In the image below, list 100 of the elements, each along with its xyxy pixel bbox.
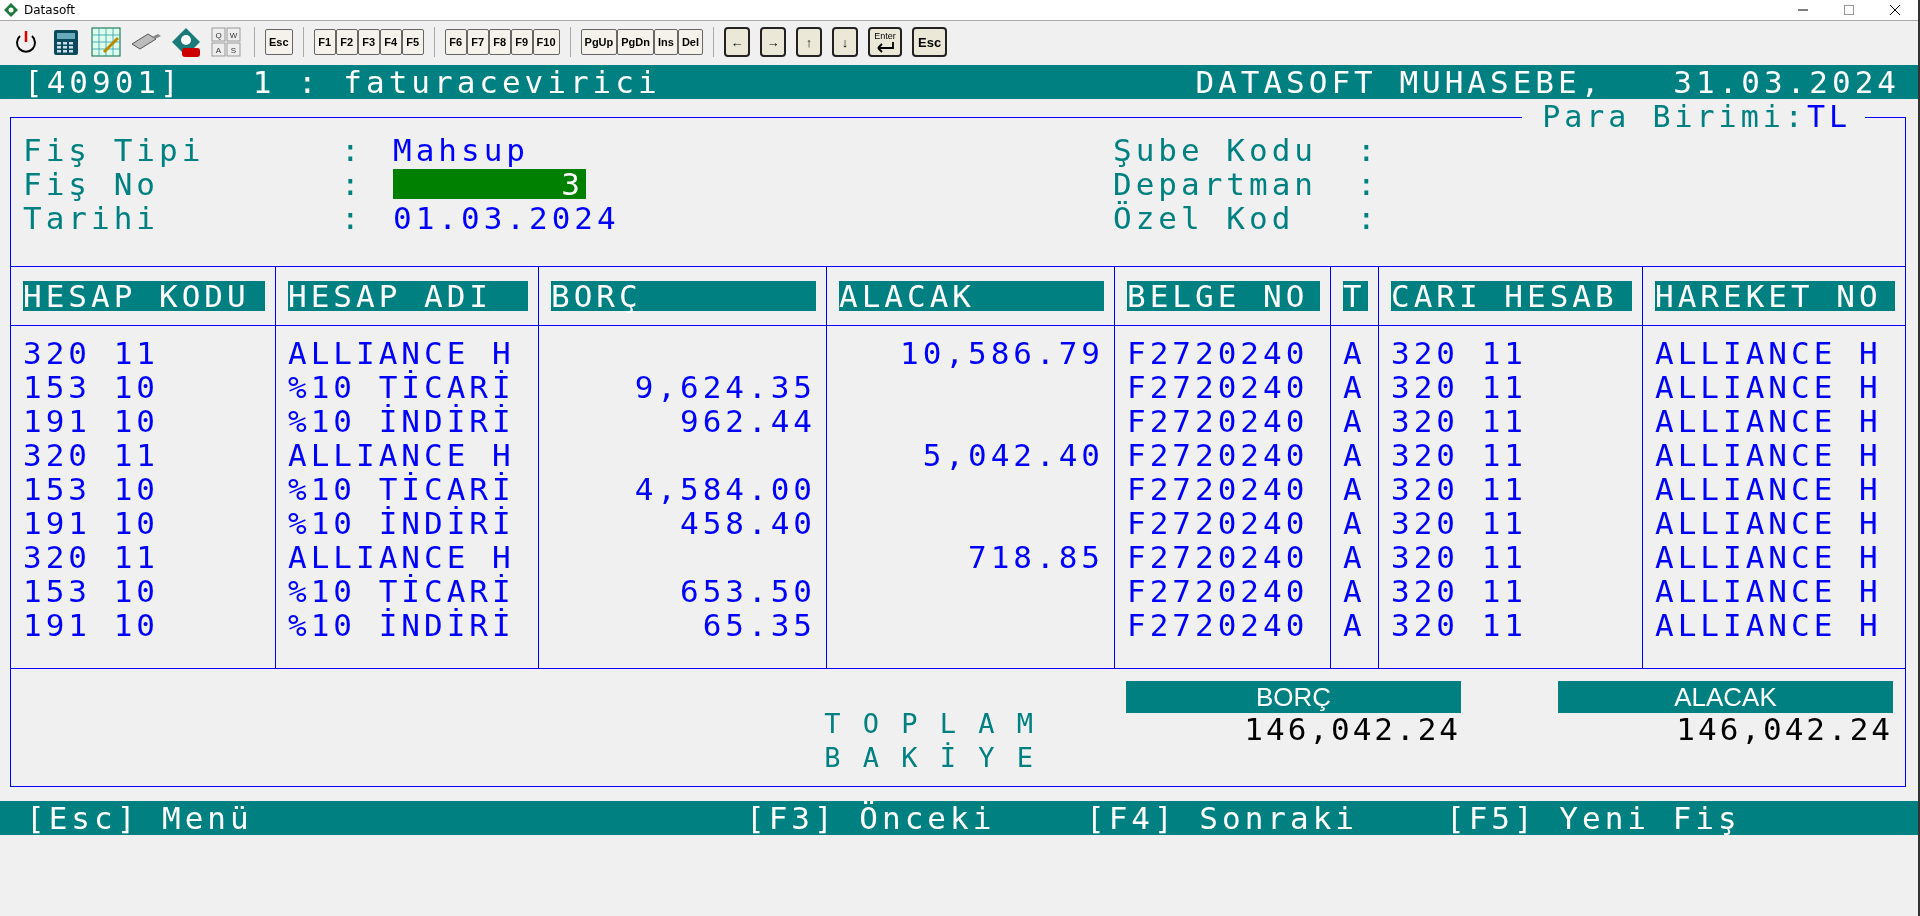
- column-header: T: [1343, 281, 1368, 311]
- table-cell: A: [1343, 540, 1366, 574]
- table-cell: F2720240: [1127, 370, 1309, 404]
- table-cell: 320 11: [1391, 370, 1527, 404]
- table-cell: 320 11: [1391, 336, 1527, 370]
- currency-label: Para Birimi:: [1542, 99, 1807, 134]
- table-cell: F2720240: [1127, 608, 1309, 642]
- table-cell: 962.44: [680, 404, 816, 438]
- window-title: Datasoft: [24, 3, 75, 17]
- shortcut-hint[interactable]: [F3] Önceki: [746, 800, 1086, 836]
- enter-key[interactable]: Enter: [868, 27, 903, 57]
- table-cell: F2720240: [1127, 574, 1309, 608]
- table-cell: 153 10: [23, 370, 159, 404]
- function-key[interactable]: PgDn: [617, 29, 654, 55]
- table-cell: %10 TİCARİ: [288, 574, 515, 608]
- function-key[interactable]: F1: [313, 29, 336, 55]
- field-value: 01.03.2024: [393, 200, 621, 236]
- table-cell: ALLIANCE H: [288, 540, 515, 574]
- totals-label: B A K İ Y E: [824, 741, 1036, 775]
- table-cell: A: [1343, 608, 1366, 642]
- colon-separator: :: [341, 166, 365, 202]
- function-key[interactable]: F10: [532, 29, 560, 55]
- function-key[interactable]: F6: [444, 29, 467, 55]
- table-cell: 65.35: [702, 608, 816, 642]
- shortcut-hint[interactable]: [F4] Sonraki: [1086, 800, 1446, 836]
- table-cell: 718.85: [968, 540, 1104, 574]
- function-key[interactable]: Ins: [654, 29, 678, 55]
- arrow-key[interactable]: ←: [724, 27, 751, 57]
- table-cell: %10 TİCARİ: [288, 370, 515, 404]
- field-label: Fiş Tipi: [23, 132, 206, 168]
- table-cell: A: [1343, 472, 1366, 506]
- function-key[interactable]: Esc: [265, 29, 293, 55]
- function-key[interactable]: F4: [379, 29, 402, 55]
- arrow-key[interactable]: ↑: [796, 27, 823, 57]
- table-cell: 5,042.40: [922, 438, 1104, 472]
- maximize-icon: [1844, 5, 1854, 15]
- table-cell: %10 İNDİRİ: [288, 608, 515, 642]
- user-name: 1 : faturacevirici: [252, 64, 661, 100]
- function-key[interactable]: Del: [677, 29, 704, 55]
- table-cell: A: [1343, 336, 1366, 370]
- table-cell: ALLIANCE H: [288, 336, 515, 370]
- total-heading: ALACAK: [1558, 681, 1893, 713]
- voucher-number-field[interactable]: 3: [393, 169, 586, 199]
- table-cell: 320 11: [23, 438, 159, 472]
- colon-separator: :: [341, 200, 365, 236]
- arrow-key[interactable]: →: [760, 27, 787, 57]
- column-header: HESAP KODU: [23, 281, 265, 311]
- table-cell: ALLIANCE H: [1655, 472, 1882, 506]
- field-label: Tarihi: [23, 200, 160, 236]
- table-cell: ALLIANCE H: [1655, 506, 1882, 540]
- table-cell: ALLIANCE H: [1655, 540, 1882, 574]
- function-key[interactable]: F2: [335, 29, 358, 55]
- table-cell: F2720240: [1127, 404, 1309, 438]
- colon-separator: :: [1357, 166, 1381, 202]
- header-date: 31.03.2024: [1673, 64, 1900, 100]
- column-header: CARI HESAB: [1391, 281, 1632, 311]
- table-cell: 320 11: [23, 336, 159, 370]
- table-cell: ALLIANCE H: [1655, 438, 1882, 472]
- table-cell: F2720240: [1127, 506, 1309, 540]
- table-cell: 191 10: [23, 608, 159, 642]
- colon-separator: :: [1357, 132, 1381, 168]
- table-cell: 320 11: [1391, 472, 1527, 506]
- function-key[interactable]: F9: [510, 29, 533, 55]
- table-cell: A: [1343, 404, 1366, 438]
- table-cell: F2720240: [1127, 438, 1309, 472]
- table-cell: F2720240: [1127, 540, 1309, 574]
- table-cell: A: [1343, 370, 1366, 404]
- table-cell: ALLIANCE H: [1655, 336, 1882, 370]
- table-cell: %10 İNDİRİ: [288, 506, 515, 540]
- arrow-key[interactable]: ↓: [832, 27, 859, 57]
- function-key[interactable]: F8: [488, 29, 511, 55]
- column-header: ALACAK: [839, 281, 1104, 311]
- table-cell: %10 TİCARİ: [288, 472, 515, 506]
- return-arrow-icon: [874, 40, 897, 53]
- field-value: Mahsup: [393, 132, 530, 168]
- escape-key[interactable]: Esc: [912, 27, 948, 57]
- table-cell: 320 11: [1391, 574, 1527, 608]
- total-value: 146,042.24: [1243, 713, 1461, 745]
- total-value: 146,042.24: [1675, 713, 1893, 745]
- function-key[interactable]: F3: [357, 29, 380, 55]
- function-key[interactable]: PgUp: [580, 29, 618, 55]
- shortcut-hint[interactable]: [F5] Yeni Fiş: [1446, 800, 1746, 836]
- table-cell: 9,624.35: [634, 370, 816, 404]
- table-cell: 4,584.00: [634, 472, 816, 506]
- table-cell: 320 11: [1391, 540, 1527, 574]
- close-icon: [1890, 5, 1900, 15]
- field-label: Fiş No: [23, 166, 159, 202]
- column-header: BELGE NO: [1127, 281, 1320, 311]
- table-cell: 191 10: [23, 404, 159, 438]
- table-cell: ALLIANCE H: [1655, 370, 1882, 404]
- column-header: BORÇ: [551, 281, 816, 311]
- table-cell: 191 10: [23, 506, 159, 540]
- table-cell: ALLIANCE H: [1655, 574, 1882, 608]
- function-key[interactable]: F7: [466, 29, 489, 55]
- company-name: DATASOFT MUHASEBE,: [1195, 64, 1604, 100]
- column-header: HESAP ADI: [288, 281, 528, 311]
- table-cell: 10,586.79: [900, 336, 1104, 370]
- totals-label: T O P L A M: [824, 707, 1036, 741]
- function-key[interactable]: F5: [401, 29, 424, 55]
- shortcut-hint[interactable]: [Esc] Menü: [26, 800, 746, 836]
